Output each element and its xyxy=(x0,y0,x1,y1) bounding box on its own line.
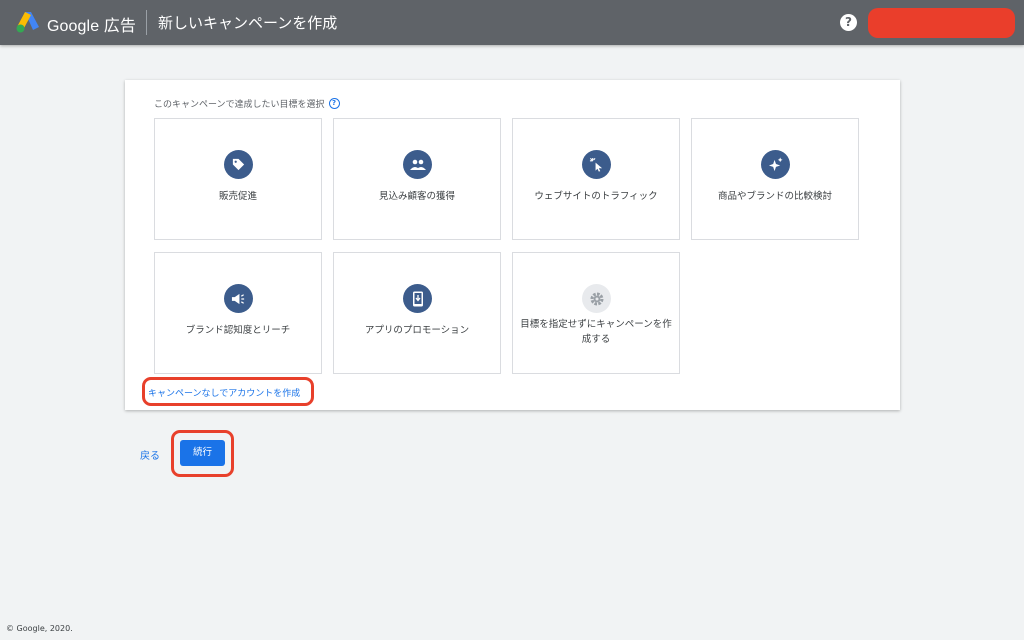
top-app-bar: Google 広告 新しいキャンペーンを作成 ? xyxy=(0,0,1024,45)
goal-tile-consideration[interactable]: 商品やブランドの比較検討 xyxy=(691,118,859,240)
sparkle-icon xyxy=(761,150,790,179)
goal-selection-card: このキャンペーンで達成したい目標を選択 ? 販売促進 見込み顧客の獲得 ウェブサ… xyxy=(125,80,900,410)
goal-tile-leads[interactable]: 見込み顧客の獲得 xyxy=(333,118,501,240)
phone-download-icon xyxy=(403,284,432,313)
question-help-icon[interactable]: ? xyxy=(328,98,340,109)
people-icon xyxy=(403,150,432,179)
continue-button[interactable]: 続行 xyxy=(180,440,225,466)
account-chip-redacted[interactable] xyxy=(868,8,1015,38)
goal-tile-sales[interactable]: 販売促進 xyxy=(154,118,322,240)
goal-tile-label: アプリのプロモーション xyxy=(364,325,470,336)
goal-tile-label: 商品やブランドの比較検討 xyxy=(717,191,832,202)
megaphone-icon xyxy=(224,284,253,313)
google-ads-logo-icon[interactable] xyxy=(16,11,40,33)
goal-tile-no-goal[interactable]: 目標を指定せずにキャンペーンを作成する xyxy=(512,252,680,374)
goal-tile-app-promotion[interactable]: アプリのプロモーション xyxy=(333,252,501,374)
goal-tile-label: 目標を指定せずにキャンペーンを作成する xyxy=(520,319,672,345)
goal-tile-label: 販売促進 xyxy=(218,191,257,202)
goal-tile-website-traffic[interactable]: ウェブサイトのトラフィック xyxy=(512,118,680,240)
back-link[interactable]: 戻る xyxy=(140,447,160,462)
cursor-click-icon xyxy=(582,150,611,179)
goal-tile-brand-awareness[interactable]: ブランド認知度とリーチ xyxy=(154,252,322,374)
highlight-annotation-link xyxy=(142,377,314,406)
goal-tile-label: 見込み顧客の獲得 xyxy=(378,191,455,202)
page-title: 新しいキャンペーンを作成 xyxy=(158,14,338,32)
gear-icon xyxy=(582,284,611,313)
goal-selection-heading-text: このキャンペーンで達成したい目標を選択 xyxy=(154,100,325,110)
goal-tile-label: ウェブサイトのトラフィック xyxy=(534,191,658,202)
goal-tile-label: ブランド認知度とリーチ xyxy=(185,325,291,336)
footer-copyright: © Google, 2020. xyxy=(6,624,73,633)
help-icon[interactable]: ? xyxy=(840,14,857,31)
brand-name: Google 広告 xyxy=(47,18,136,35)
tag-icon xyxy=(224,150,253,179)
topbar-divider xyxy=(146,10,147,35)
goal-selection-heading: このキャンペーンで達成したい目標を選択 ? xyxy=(154,97,340,110)
